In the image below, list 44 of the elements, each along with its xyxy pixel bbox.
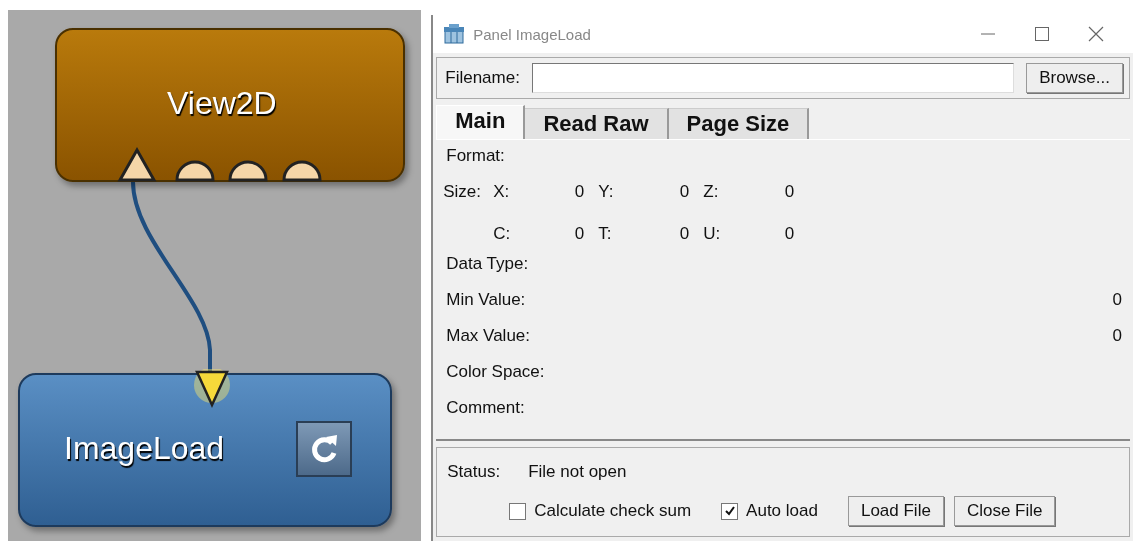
maximize-icon[interactable]	[1033, 25, 1051, 43]
tab[interactable]: Main	[436, 105, 526, 139]
node-label: View2D	[167, 85, 277, 122]
filename-label: Filename:	[445, 68, 520, 88]
refresh-button[interactable]	[296, 421, 352, 477]
action-button[interactable]: Close File	[953, 496, 1056, 526]
axis-label: Y:	[598, 182, 615, 203]
checkbox[interactable]	[509, 502, 527, 520]
field-label: Comment:	[446, 398, 525, 418]
tab[interactable]: Page Size	[668, 108, 810, 139]
axis-label: C:	[493, 224, 512, 245]
module-node[interactable]: View2D	[55, 28, 405, 182]
axis-label: X:	[493, 182, 511, 203]
axis-value: 0	[573, 224, 586, 245]
browse-button[interactable]: Browse...	[1026, 63, 1123, 93]
input-port-icon[interactable]	[192, 369, 232, 409]
action-button[interactable]: Load File	[847, 496, 944, 526]
axis-value: 0	[678, 182, 691, 203]
app-icon	[443, 23, 466, 45]
axis-value: 0	[573, 182, 586, 203]
field-label: Color Space:	[446, 362, 545, 382]
field-label: Min Value:	[446, 290, 526, 310]
field-label: Size:	[443, 182, 483, 203]
axis-label: Z:	[703, 182, 720, 203]
node-label: ImageLoad	[64, 430, 225, 467]
field-value: 0	[1112, 326, 1122, 346]
field-label: Data Type:	[446, 254, 529, 274]
checkbox-label: Auto load	[746, 501, 818, 521]
field-label: Max Value:	[446, 326, 531, 346]
axis-value: 0	[678, 224, 691, 245]
axis-value: 0	[783, 182, 796, 203]
axis-label: T:	[598, 224, 613, 245]
axis-label: U:	[703, 224, 722, 245]
close-icon[interactable]	[1087, 25, 1105, 43]
status-label: Status:	[447, 462, 501, 482]
checkbox[interactable]	[721, 502, 739, 520]
filename-field[interactable]	[531, 63, 1015, 93]
axis-value: 0	[783, 224, 796, 245]
status-value: File not open	[528, 462, 627, 482]
field-label: Format:	[446, 146, 505, 166]
tab[interactable]: Read Raw	[525, 108, 669, 139]
checkbox-label: Calculate check sum	[534, 501, 692, 521]
window-title: Panel ImageLoad	[473, 25, 591, 43]
field-value: 0	[1112, 290, 1122, 310]
